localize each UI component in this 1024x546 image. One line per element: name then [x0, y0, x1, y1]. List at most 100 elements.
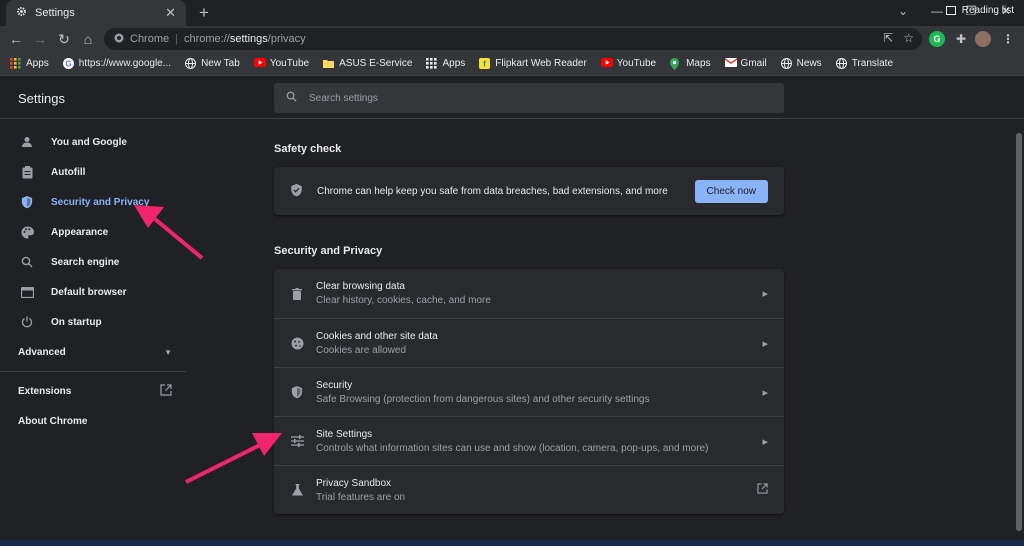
bookmark-label: Flipkart Web Reader: [495, 58, 587, 69]
gear-icon: [16, 6, 27, 20]
safety-check-heading: Safety check: [274, 143, 342, 155]
bookmark-youtube-3[interactable]: YouTube: [253, 58, 309, 69]
home-icon[interactable]: ⌂: [79, 30, 97, 48]
bookmark-flipkart-6[interactable]: f Flipkart Web Reader: [479, 58, 587, 69]
settings-content: Safety check Chrome can help keep you sa…: [274, 119, 784, 514]
profile-avatar[interactable]: [975, 31, 991, 47]
shield-icon: [290, 385, 304, 399]
sidebar-item-autofill[interactable]: Autofill: [0, 157, 186, 187]
bookmark-globe-10[interactable]: News: [780, 58, 822, 69]
bookmark-google-1[interactable]: Ghttps://www.google...: [62, 58, 171, 69]
chevron-right-icon: ▸: [762, 386, 768, 399]
row-title: Site Settings: [316, 428, 373, 440]
shield-icon: [20, 195, 34, 209]
tab-close-icon[interactable]: ✕: [165, 5, 176, 21]
bookmark-folder-4[interactable]: ASUS E-Service: [323, 58, 412, 69]
search-box[interactable]: [274, 83, 784, 113]
svg-text:f: f: [483, 60, 486, 69]
bookmark-maps-8[interactable]: Maps: [670, 58, 711, 70]
reading-list-button[interactable]: Reading list: [945, 5, 1014, 16]
tab-search-icon[interactable]: ⌄: [893, 4, 913, 18]
bookmark-youtube-7[interactable]: YouTube: [600, 58, 657, 69]
sidebar-item-search-engine[interactable]: Search engine: [0, 247, 186, 277]
row-cookies-and-other-site-data[interactable]: Cookies and other site data Cookies are …: [274, 318, 784, 367]
power-icon: [20, 315, 34, 329]
chevron-right-icon: ▸: [762, 435, 768, 448]
sidebar-item-security-and-privacy[interactable]: Security and Privacy: [0, 187, 186, 217]
bookmark-label: ASUS E-Service: [339, 58, 413, 69]
sidebar-item-label: Appearance: [51, 226, 109, 238]
bookmark-apps-grid-0[interactable]: Apps: [10, 58, 49, 69]
reading-list-icon: [945, 6, 956, 15]
sidebar-item-default-browser[interactable]: Default browser: [0, 277, 186, 307]
page-title: Settings: [18, 91, 65, 106]
tab-settings[interactable]: Settings ✕: [6, 0, 186, 26]
row-site-settings[interactable]: Site Settings Controls what information …: [274, 416, 784, 465]
bookmark-globe-2[interactable]: New Tab: [185, 58, 240, 69]
sliders-icon: [290, 434, 304, 448]
row-privacy-sandbox[interactable]: Privacy Sandbox Trial features are on: [274, 465, 784, 514]
toolbar: ← → ↻ ⌂ Chrome | chrome://settings/priva…: [0, 26, 1024, 52]
minimize-button[interactable]: —: [927, 4, 947, 18]
new-tab-button[interactable]: +: [194, 3, 214, 23]
sidebar-about-label: About Chrome: [18, 415, 88, 427]
palette-icon: [20, 225, 34, 239]
row-clear-browsing-data[interactable]: Clear browsing data Clear history, cooki…: [274, 269, 784, 318]
grammarly-extension-icon[interactable]: G: [929, 31, 945, 47]
sidebar-item-label: Autofill: [51, 166, 86, 178]
scrollbar[interactable]: [1014, 119, 1024, 546]
bookmark-apps-grid-5[interactable]: Apps: [426, 58, 465, 69]
bookmark-globe-11[interactable]: Translate: [835, 58, 894, 69]
trash-icon: [290, 287, 304, 301]
youtube-icon: [600, 58, 613, 69]
sidebar: You and Google Autofill Security and Priva…: [0, 127, 186, 436]
apps-grid-icon: [10, 58, 21, 69]
tab-strip: Settings ✕ + ⌄ — ❐ ✕: [0, 0, 1024, 26]
security-privacy-card: Clear browsing data Clear history, cooki…: [274, 269, 784, 514]
external-link-icon: [757, 483, 768, 497]
search-icon: [20, 255, 34, 269]
sidebar-item-appearance[interactable]: Appearance: [0, 217, 186, 247]
sidebar-item-label: On startup: [51, 316, 102, 328]
row-security[interactable]: Security Safe Browsing (protection from …: [274, 367, 784, 416]
address-bar[interactable]: Chrome | chrome://settings/privacy ⇱ ☆: [104, 28, 922, 50]
reload-icon[interactable]: ↻: [55, 30, 73, 48]
gmail-icon: [724, 58, 737, 69]
sidebar-advanced[interactable]: Advanced ▼: [0, 337, 186, 367]
row-title: Clear browsing data: [316, 281, 405, 292]
apps-grid-icon: [426, 58, 438, 69]
sidebar-item-label: You and Google: [51, 136, 127, 148]
sidebar-item-label: Security and Privacy: [51, 196, 150, 208]
sidebar-extensions[interactable]: Extensions: [0, 376, 186, 406]
row-title: Privacy Sandbox: [316, 477, 392, 489]
bookmark-label: Gmail: [740, 58, 767, 69]
sidebar-item-label: Default browser: [51, 286, 127, 298]
globe-icon: [780, 58, 792, 69]
settings-page: Settings You and Google Autofill Security …: [0, 77, 1024, 546]
bookmark-label: Translate: [851, 58, 894, 69]
sidebar-item-on-startup[interactable]: On startup: [0, 307, 186, 337]
taskbar-edge: [0, 540, 1024, 546]
row-texts: Cookies and other site data Cookies are …: [316, 331, 762, 356]
forward-arrow-icon[interactable]: →: [31, 30, 49, 48]
sidebar-about-chrome[interactable]: About Chrome: [0, 406, 186, 436]
menu-kebab-icon[interactable]: ⋮: [1000, 31, 1016, 47]
settings-header: Settings: [0, 77, 1024, 119]
bookmark-label: Maps: [686, 58, 711, 69]
star-icon[interactable]: ☆: [903, 31, 914, 45]
bookmark-label: YouTube: [616, 58, 657, 69]
puzzle-extensions-icon[interactable]: ✚: [953, 31, 969, 47]
caret-down-icon: ▼: [164, 347, 172, 357]
bookmark-gmail-9[interactable]: Gmail: [724, 58, 767, 69]
site-info-icon[interactable]: [114, 33, 124, 46]
share-icon[interactable]: ⇱: [883, 31, 893, 45]
globe-icon: [185, 58, 197, 69]
sidebar-extensions-label: Extensions: [18, 385, 72, 397]
scrollbar-thumb[interactable]: [1016, 133, 1022, 531]
sidebar-item-you-and-google[interactable]: You and Google: [0, 127, 186, 157]
back-arrow-icon[interactable]: ←: [7, 30, 25, 48]
row-texts: Site Settings Controls what information …: [316, 429, 762, 454]
check-now-button[interactable]: Check now: [694, 179, 768, 203]
row-subtitle: Safe Browsing (protection from dangerous…: [316, 393, 650, 405]
search-input[interactable]: [309, 92, 709, 104]
